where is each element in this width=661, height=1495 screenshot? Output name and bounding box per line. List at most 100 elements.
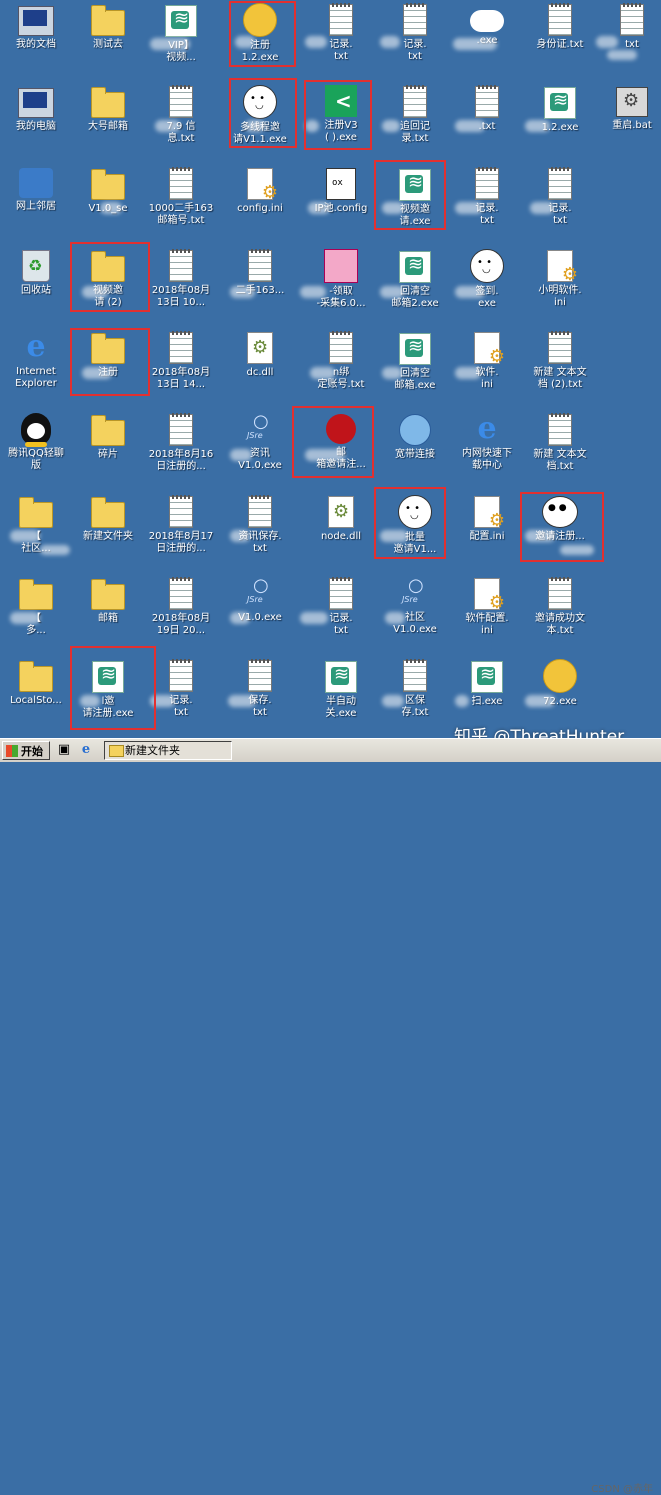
desktop-icon[interactable]: 回收站 <box>0 246 72 326</box>
desktop-icon[interactable]: 邮箱 <box>72 574 144 654</box>
desktop-icon[interactable]: 碎片 <box>72 410 144 490</box>
internet-explorer-icon: e <box>477 411 497 446</box>
desktop-icon[interactable]: 2018年8月16 日注册的... <box>145 410 217 490</box>
desktop-icon[interactable]: 新建 文本文 档.txt <box>524 410 596 490</box>
desktop-icon[interactable]: 身份证.txt <box>524 0 596 80</box>
exe-app-icon <box>92 661 124 693</box>
desktop: 我的文档测试去VIP】 视频...注册 1.2.exe记录. txt记录. tx… <box>0 0 661 738</box>
redaction-blur <box>530 202 554 214</box>
folder-icon <box>91 87 125 118</box>
redaction-blur <box>305 36 327 48</box>
text-file-icon <box>475 167 499 200</box>
redaction-blur <box>525 120 550 132</box>
text-file-icon <box>169 331 193 364</box>
desktop-icon-label: dc.dll <box>246 367 274 378</box>
desktop-icon-label: 新建文件夹 <box>83 531 133 542</box>
desktop-icon[interactable]: 2018年8月17 日注册的... <box>145 492 217 572</box>
text-file-icon <box>548 167 572 200</box>
redaction-blur <box>385 612 405 624</box>
ie-quicklaunch-icon[interactable]: e <box>78 742 94 758</box>
jsre-app-icon <box>402 575 428 609</box>
text-file-icon <box>248 249 272 282</box>
redaction-blur <box>310 367 335 379</box>
desktop-icon[interactable]: 宽带连接 <box>379 410 451 490</box>
desktop-icon[interactable]: LocalSto... <box>0 656 72 736</box>
redaction-blur <box>230 530 250 542</box>
desktop-icon-label: Internet Explorer <box>15 366 57 389</box>
desktop-icon[interactable]: 视频邀 请 (2) <box>72 246 144 326</box>
desktop-icon-label: 测试去 <box>93 39 123 50</box>
desktop-icon[interactable]: 邀请成功文 本.txt <box>524 574 596 654</box>
windows-logo-icon <box>6 745 18 757</box>
desktop-icon[interactable]: e 内网快速下 载中心 <box>451 410 523 490</box>
show-desktop-icon[interactable]: ▣ <box>56 742 72 758</box>
desktop-icon-label: 小明软件. ini <box>538 285 582 308</box>
text-file-icon <box>329 331 353 364</box>
desktop-icon[interactable]: 大号邮箱 <box>72 82 144 162</box>
share-icon <box>325 85 357 117</box>
desktop-icon[interactable]: 重启.bat <box>596 82 661 162</box>
jsre-app-icon <box>247 411 273 445</box>
desktop-icon[interactable]: 小明软件. ini <box>524 246 596 326</box>
desktop-icon[interactable]: 1000二手163 邮箱号.txt <box>145 164 217 244</box>
desktop-icon-label: 重启.bat <box>612 120 652 131</box>
desktop-icon[interactable]: node.dll <box>305 492 377 572</box>
desktop-icon-label: 回收站 <box>21 285 51 296</box>
text-file-icon <box>620 3 644 36</box>
redaction-blur <box>230 286 255 298</box>
desktop-icon[interactable]: 软件配置. ini <box>451 574 523 654</box>
desktop-icon-label: LocalSto... <box>10 695 62 706</box>
redaction-blur <box>305 449 345 461</box>
desktop-icon[interactable]: dc.dll <box>224 328 296 408</box>
redaction-blur <box>10 530 40 542</box>
desktop-icon-label: 网上邻居 <box>16 201 56 212</box>
internet-explorer-icon: e <box>26 329 46 364</box>
desktop-icon[interactable]: 2018年08月 13日 14... <box>145 328 217 408</box>
desktop-icon[interactable]: 网上邻居 <box>0 164 72 244</box>
desktop-icon-label: 新建 文本文 档 (2).txt <box>533 367 587 390</box>
folder-icon <box>91 333 125 364</box>
desktop-icon-label: 内网快速下 载中心 <box>462 448 512 471</box>
redaction-blur <box>82 367 112 379</box>
network-icon <box>19 168 53 198</box>
desktop-icon-label: 邮箱 <box>98 613 118 624</box>
redaction-blur <box>455 367 481 379</box>
batch-file-icon <box>616 87 648 117</box>
text-file-icon <box>329 3 353 36</box>
desktop-icon[interactable]: 我的文档 <box>0 0 72 80</box>
jsre-app-icon <box>247 575 273 609</box>
taskbar-window-button[interactable]: 新建文件夹 <box>104 741 232 760</box>
text-file-icon <box>548 413 572 446</box>
desktop-icon-label: 身份证.txt <box>536 39 584 50</box>
config-file-icon <box>326 168 356 200</box>
redaction-blur <box>560 545 594 555</box>
start-button[interactable]: 开始 <box>2 741 50 760</box>
desktop-icon[interactable]: 配置.ini <box>451 492 523 572</box>
desktop-icon-label: 2018年08月 13日 14... <box>151 367 211 390</box>
text-file-icon <box>169 249 193 282</box>
redaction-blur <box>100 202 122 214</box>
desktop-icon[interactable]: e Internet Explorer <box>0 328 72 408</box>
text-file-icon <box>403 3 427 36</box>
desktop-icon[interactable]: 测试去 <box>72 0 144 80</box>
desktop-icon[interactable]: 2018年08月 13日 10... <box>145 246 217 326</box>
text-file-icon <box>169 413 193 446</box>
redaction-blur <box>596 36 618 48</box>
yellow-mascot-icon <box>243 3 277 37</box>
ini-settings-icon <box>474 332 505 367</box>
desktop-icon-label: 我的电脑 <box>16 121 56 132</box>
desktop-icon[interactable]: config.ini <box>224 164 296 244</box>
desktop-icon[interactable]: 2018年08月 19日 20... <box>145 574 217 654</box>
desktop-icon[interactable]: 新建文件夹 <box>72 492 144 572</box>
desktop-icon[interactable]: 新建 文本文 档 (2).txt <box>524 328 596 408</box>
desktop-icon-label: 邀请成功文 本.txt <box>535 613 585 636</box>
exe-app-icon <box>399 251 431 283</box>
exe-app-icon <box>399 169 431 201</box>
folder-icon <box>91 251 125 282</box>
text-file-icon <box>169 577 193 610</box>
desktop-icon[interactable]: 我的电脑 <box>0 82 72 162</box>
redaction-blur <box>380 286 404 298</box>
desktop-icon[interactable]: 腾讯QQ轻聊 版 <box>0 410 72 490</box>
recycle-bin-icon <box>22 250 50 282</box>
desktop-icon[interactable]: 半自动 关.exe <box>305 656 377 736</box>
